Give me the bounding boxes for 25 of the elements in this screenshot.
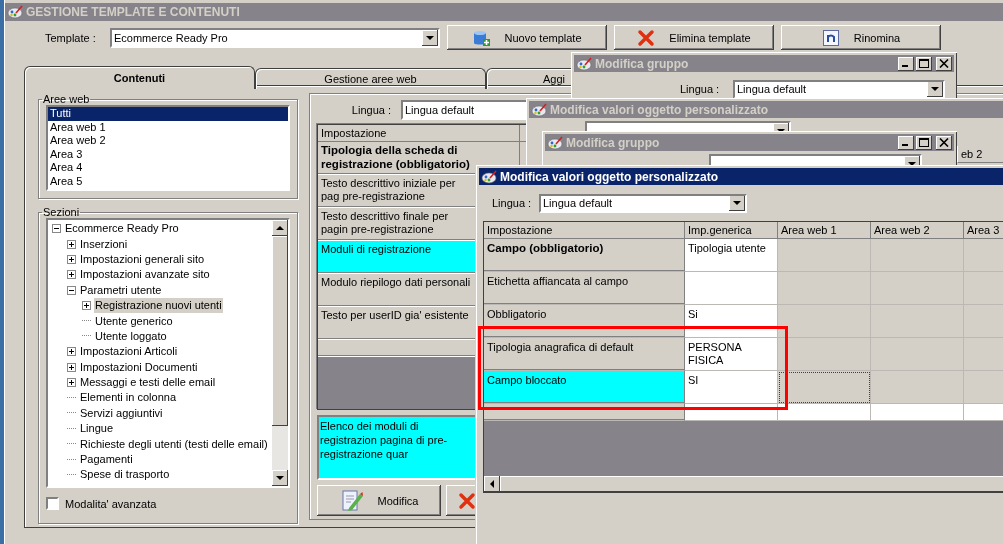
template-label: Template : — [45, 31, 97, 44]
column-header: Impostazione — [484, 222, 685, 239]
column-header: Area web 1 — [778, 222, 871, 239]
group-label: Aree web — [42, 93, 91, 105]
checkbox-label: Modalita' avanzata — [65, 497, 157, 510]
column-header: Impostazione — [318, 125, 520, 142]
table-cell: Obbligatorio — [484, 305, 685, 338]
language-label: Lingua : — [350, 104, 391, 116]
column-header: Area web 2 — [871, 222, 964, 239]
table-cell: PERSONA FISICA — [685, 338, 778, 371]
column-header: Area 3 — [964, 222, 1003, 239]
table-cell: Tipologia utente — [685, 239, 778, 272]
column-header: Imp.generica — [685, 222, 778, 239]
table-cell: Si — [685, 305, 778, 338]
column-header: eb 2 — [957, 146, 1003, 163]
table-cell: SI — [685, 371, 778, 404]
table-cell: Campo bloccato — [484, 371, 685, 404]
table-cell: Etichetta affiancata al campo — [484, 272, 685, 305]
window-title: GESTIONE TEMPLATE E CONTENUTI — [26, 5, 240, 19]
window-title: Modifica gruppo — [566, 135, 660, 150]
group-label: Sezioni — [42, 206, 81, 218]
table-cell: Tipologia anagrafica di default — [484, 338, 685, 371]
window-title: Modifica gruppo — [595, 56, 689, 71]
language-label: Lingua : — [680, 83, 721, 95]
table-cell: Campo (obbligatorio) — [484, 239, 685, 272]
